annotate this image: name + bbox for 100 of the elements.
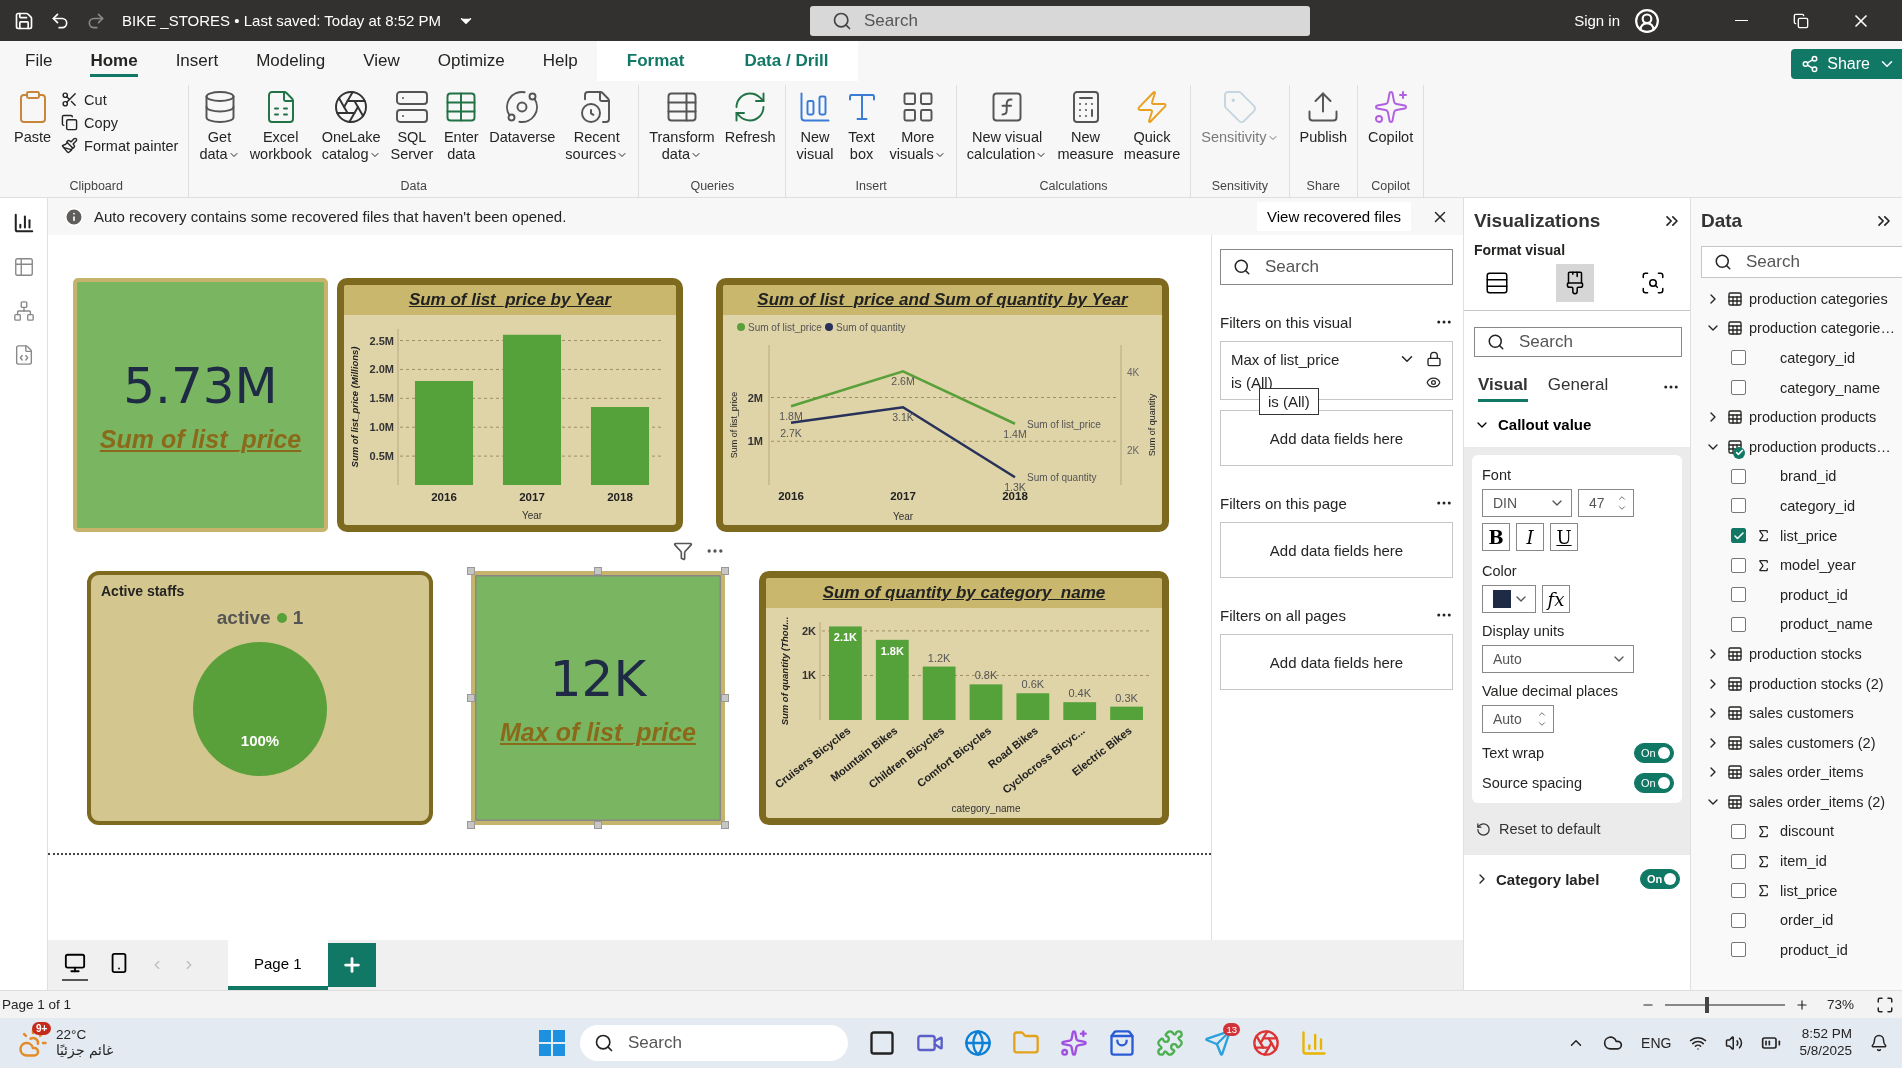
checkbox[interactable]	[1731, 350, 1746, 366]
field-item[interactable]: item_id	[1691, 846, 1902, 876]
ribbon-button[interactable]: Get data	[195, 85, 244, 179]
field-item[interactable]: list_price	[1691, 875, 1902, 906]
ribbon-button[interactable]: Copy	[57, 112, 183, 133]
resize-handle[interactable]	[721, 694, 729, 702]
font-size-field[interactable]: 47	[1578, 489, 1634, 517]
format-button[interactable]: B	[1482, 523, 1510, 551]
search-field[interactable]: Search	[580, 1025, 848, 1061]
undo-icon[interactable]	[50, 10, 70, 31]
add-page-button[interactable]	[327, 943, 376, 987]
resize-handle[interactable]	[594, 821, 602, 829]
checkbox[interactable]	[1731, 468, 1746, 484]
checkbox[interactable]	[1731, 824, 1746, 839]
tree-item[interactable]: production stocks	[1691, 639, 1902, 669]
menu-tab[interactable]: Modeling	[237, 41, 345, 81]
search-field[interactable]: Search	[1474, 327, 1682, 357]
field-item[interactable]: product_id	[1691, 935, 1902, 965]
resize-handle[interactable]	[467, 567, 475, 575]
volume-icon[interactable]	[1725, 1034, 1744, 1052]
ribbon-button[interactable]: More visuals	[885, 85, 950, 179]
lock-icon[interactable]	[1426, 351, 1442, 367]
tab[interactable]: General	[1547, 371, 1609, 402]
mode-tab[interactable]	[1556, 264, 1594, 302]
checkbox[interactable]	[1731, 853, 1746, 869]
ribbon-button[interactable]: OneLake catalog	[317, 85, 385, 179]
bag-icon[interactable]	[1108, 1029, 1136, 1057]
resize-handle[interactable]	[467, 821, 475, 829]
ribbon-button[interactable]: New visual	[792, 85, 838, 179]
menu-tab[interactable]: Optimize	[418, 41, 524, 81]
avatar-icon[interactable]	[1634, 7, 1660, 34]
tree-item[interactable]: sales customers	[1691, 698, 1902, 728]
decimals-field[interactable]: Auto	[1482, 705, 1554, 733]
search-input[interactable]: Search	[1744, 251, 1902, 273]
ribbon-button[interactable]: Copilot	[1364, 85, 1418, 179]
sparkles-icon[interactable]	[1060, 1029, 1088, 1057]
ribbon-button[interactable]: Dataverse	[485, 85, 560, 179]
menu-tab[interactable]: View	[344, 41, 419, 81]
field-item[interactable]: discount	[1691, 816, 1902, 847]
checkbox[interactable]	[1731, 942, 1746, 958]
field-item[interactable]: product_name	[1691, 609, 1902, 640]
tree-item[interactable]: production categories	[1691, 284, 1902, 314]
search-field[interactable]: Search	[810, 5, 1310, 36]
menu-tab[interactable]: Data / Drill	[714, 41, 859, 81]
cloud-icon[interactable]	[1603, 1033, 1624, 1053]
font-dropdown[interactable]: DIN	[1482, 489, 1572, 517]
tree-item[interactable]: sales order_items (2)	[1691, 787, 1902, 817]
drop-zone[interactable]: Add data fields here	[1220, 522, 1453, 578]
tree-item[interactable]: production categorie…	[1691, 313, 1902, 344]
checkbox[interactable]	[1731, 883, 1746, 899]
resize-handle[interactable]	[721, 821, 729, 829]
search-input[interactable]: Search	[626, 1032, 848, 1054]
format-button[interactable]: I	[1516, 523, 1544, 551]
globe-icon[interactable]	[964, 1029, 992, 1057]
tree-item[interactable]: sales customers (2)	[1691, 727, 1902, 758]
model-icon[interactable]	[12, 300, 35, 322]
language-indicator[interactable]: ENG	[1641, 1035, 1672, 1051]
page-tab[interactable]: Page 1	[228, 940, 328, 990]
field-item[interactable]: model_year	[1691, 550, 1902, 580]
ribbon-button[interactable]: Refresh	[720, 85, 780, 179]
filter-icon[interactable]	[673, 541, 693, 561]
ribbon-button[interactable]: Publish	[1295, 85, 1352, 179]
reset-button[interactable]: Reset to default	[1472, 803, 1682, 845]
menu-tab[interactable]: File	[6, 41, 72, 81]
resize-handle[interactable]	[721, 567, 729, 575]
ribbon-button[interactable]: Text box	[839, 85, 884, 179]
checkbox[interactable]	[1731, 587, 1746, 603]
redo-icon[interactable]	[86, 10, 106, 31]
toggle-switch[interactable]: On	[1634, 743, 1674, 763]
menu-tab[interactable]: Home	[71, 41, 157, 81]
checkbox[interactable]	[1731, 498, 1746, 514]
menu-tab[interactable]: Help	[523, 41, 597, 81]
color-dropdown[interactable]	[1482, 585, 1536, 613]
save-icon[interactable]	[14, 10, 34, 31]
bar-chart-icon[interactable]	[12, 212, 35, 234]
checkbox[interactable]	[1731, 380, 1746, 396]
checkbox[interactable]	[1731, 616, 1746, 632]
ribbon-button[interactable]: Format painter	[57, 135, 183, 156]
field-item[interactable]: list_price	[1691, 520, 1902, 551]
search-input[interactable]: Search	[1263, 256, 1452, 278]
zoom-in-icon[interactable]	[1794, 997, 1809, 1012]
toggle-switch[interactable]: On	[1634, 773, 1674, 793]
field-item[interactable]: category_id	[1691, 491, 1902, 521]
share-button[interactable]: Share	[1791, 49, 1902, 79]
tree-item[interactable]: production products	[1691, 402, 1902, 432]
checkbox[interactable]	[1731, 912, 1746, 928]
search-field[interactable]: Search	[1220, 249, 1453, 285]
menu-tab[interactable]: Insert	[156, 41, 238, 81]
window-icon[interactable]	[868, 1029, 896, 1057]
menu-tab[interactable]: Format	[596, 41, 715, 81]
field-item[interactable]: category_id	[1691, 343, 1902, 373]
eye-icon[interactable]	[1426, 375, 1441, 390]
clock[interactable]: 8:52 PM 5/8/2025	[1799, 1026, 1852, 1060]
tree-item[interactable]: production stocks (2)	[1691, 668, 1902, 699]
aperture-icon[interactable]	[1252, 1029, 1280, 1057]
wifi-icon[interactable]	[1689, 1034, 1708, 1052]
ribbon-button[interactable]: New visual calculation	[962, 85, 1052, 179]
checkbox[interactable]	[1731, 557, 1746, 573]
checkbox[interactable]	[1731, 528, 1746, 544]
ribbon-button[interactable]: Quick measure	[1119, 85, 1185, 179]
